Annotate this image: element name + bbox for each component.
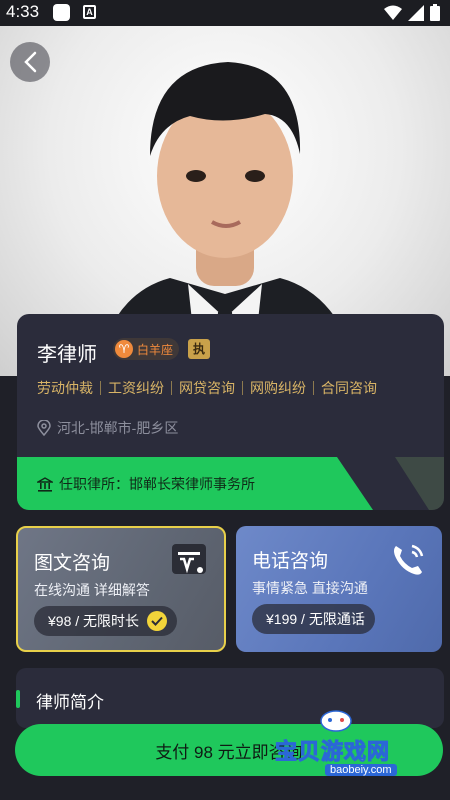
phone-icon — [388, 540, 428, 585]
license-badge: 执 — [188, 339, 210, 359]
zodiac-label: 白羊座 — [137, 342, 174, 357]
status-time: 4:33 — [6, 2, 40, 21]
specialty-tags: 劳动仲裁 工资纠纷 网贷咨询 网购纠纷 合同咨询 — [37, 378, 377, 398]
back-button[interactable] — [10, 42, 50, 82]
gamepad-mascot-icon — [320, 710, 352, 732]
chat-document-icon — [170, 542, 210, 585]
watermark: 宝贝游戏网 baobeiy.com — [274, 706, 445, 782]
firm-row: 任职律所：邯郸长荣律师事务所 — [37, 474, 255, 494]
phone-consult-title: 电话咨询 — [252, 551, 329, 572]
checkmark-icon — [147, 611, 168, 631]
building-icon — [37, 476, 53, 492]
specialty-tag: 网购纠纷 — [250, 380, 306, 396]
status-indicators — [384, 4, 440, 21]
signal-icon — [408, 4, 424, 21]
specialty-tag: 网贷咨询 — [179, 380, 235, 396]
tag-divider — [171, 381, 172, 395]
text-consult-subtitle: 在线沟通 详细解答 — [34, 582, 150, 598]
specialty-tag: 工资纠纷 — [108, 380, 164, 396]
text-consult-price: ¥98 / 无限时长 — [34, 606, 178, 636]
lawyer-name: 李律师 — [37, 344, 97, 366]
phone-consult-option[interactable]: 电话咨询 事情紧急 直接沟通 ¥199 / 无限通话 — [236, 526, 442, 652]
tag-divider — [313, 381, 314, 395]
section-accent-bar — [16, 690, 20, 708]
firm-name: 任职律所：邯郸长荣律师事务所 — [59, 476, 255, 492]
location-pin-icon — [37, 420, 51, 436]
chevron-left-icon — [24, 51, 37, 73]
specialty-tag: 劳动仲裁 — [37, 380, 93, 396]
phone-consult-price: ¥199 / 无限通话 — [252, 604, 375, 634]
status-bar: 4:33 A — [0, 0, 450, 26]
lawyer-info-card: 李律师 ♈ 白羊座 执 劳动仲裁 工资纠纷 网贷咨询 网购纠纷 合同咨询 河北-… — [17, 314, 444, 510]
intro-title: 律师简介 — [36, 693, 104, 712]
phone-consult-subtitle: 事情紧急 直接沟通 — [252, 580, 368, 596]
location-row: 河北-邯郸市-肥乡区 — [37, 418, 178, 438]
location-text: 河北-邯郸市-肥乡区 — [57, 420, 179, 436]
phone-consult-price-label: ¥199 / 无限通话 — [266, 611, 365, 627]
battery-icon — [430, 4, 440, 21]
firm-banner-decoration — [395, 457, 444, 510]
specialty-tag: 合同咨询 — [321, 380, 377, 396]
aries-icon: ♈ — [115, 340, 133, 358]
text-consult-title: 图文咨询 — [34, 553, 111, 574]
wifi-icon — [384, 5, 402, 20]
zodiac-badge: ♈ 白羊座 — [113, 338, 180, 360]
tag-divider — [100, 381, 101, 395]
notification-icon — [53, 4, 70, 21]
app-notification-icon: A — [83, 5, 96, 19]
text-consult-price-label: ¥98 / 无限时长 — [48, 613, 140, 629]
watermark-text: 宝贝游戏网 — [274, 739, 391, 765]
tag-divider — [242, 381, 243, 395]
text-consult-option[interactable]: 图文咨询 在线沟通 详细解答 ¥98 / 无限时长 — [16, 526, 226, 652]
watermark-url: baobeiy.com — [325, 764, 397, 776]
